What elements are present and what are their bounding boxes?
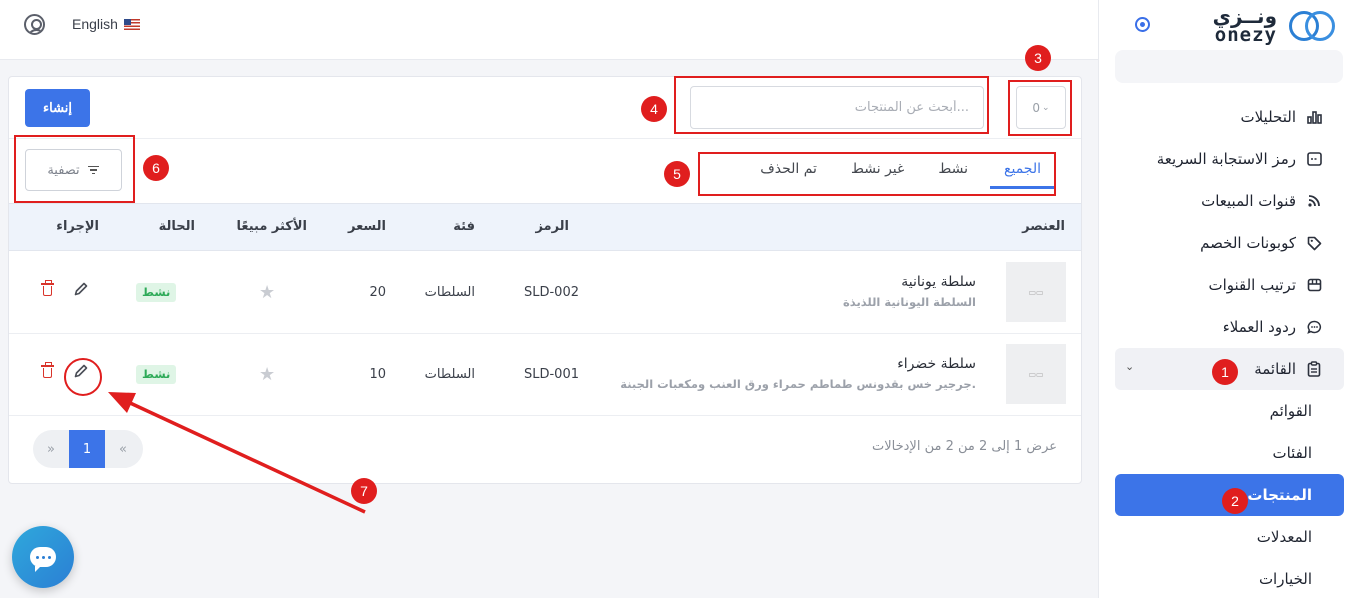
annotation-circle-edit bbox=[64, 358, 102, 396]
product-sku: SLD-001 bbox=[523, 367, 579, 382]
annotation-badge-3: 3 bbox=[1025, 45, 1051, 71]
language-switcher[interactable]: English bbox=[72, 16, 140, 32]
edit-pencil-icon[interactable] bbox=[73, 281, 89, 301]
sidebar-item-sales-channels[interactable]: قنوات المبيعات bbox=[1115, 180, 1344, 222]
chevron-down-icon: ⌄ bbox=[1125, 360, 1135, 373]
bestseller-star-icon[interactable]: ★ bbox=[259, 282, 275, 303]
delete-trash-icon[interactable] bbox=[41, 362, 54, 378]
annotation-badge-1: 1 bbox=[1212, 359, 1238, 385]
pagination-page[interactable]: 1 bbox=[69, 430, 105, 468]
sidebar-item-coupons[interactable]: كوبونات الخصم bbox=[1115, 222, 1344, 264]
annotation-badge-7: 7 bbox=[351, 478, 377, 504]
delete-trash-icon[interactable] bbox=[41, 280, 54, 296]
product-price: 20 bbox=[369, 285, 386, 300]
brand-mark-icon bbox=[1289, 8, 1337, 44]
brand-name-english: onezy bbox=[1214, 24, 1277, 46]
annotation-box-tabs bbox=[698, 152, 1056, 196]
brand-name-arabic: ونــزي bbox=[1212, 4, 1277, 28]
sidebar-toggle-icon[interactable] bbox=[1135, 17, 1150, 32]
product-name: سلطة خضراء bbox=[897, 356, 976, 372]
sidebar-item-label: كوبونات الخصم bbox=[1200, 234, 1296, 252]
sidebar-item-label: قنوات المبيعات bbox=[1201, 192, 1296, 210]
pagination: » 1 « bbox=[33, 430, 143, 468]
branch-selector[interactable] bbox=[1115, 50, 1343, 83]
entries-summary: عرض 1 إلى 2 من 2 من الإدخالات bbox=[871, 439, 1057, 454]
sidebar-item-feedback[interactable]: ردود العملاء bbox=[1115, 306, 1344, 348]
product-description: جرجير خس بقدونس طماطم حمراء ورق العنب وم… bbox=[620, 377, 976, 391]
column-header-bestseller[interactable]: الأكثر مبيعًا bbox=[237, 219, 308, 234]
column-header-category[interactable]: فئة bbox=[453, 219, 475, 234]
bestseller-star-icon[interactable]: ★ bbox=[259, 364, 275, 385]
submenu-item-lists[interactable]: القوائم bbox=[1115, 390, 1344, 432]
annotation-badge-5: 5 bbox=[664, 161, 690, 187]
annotation-badge-2: 2 bbox=[1222, 488, 1248, 514]
sidebar-item-label: القائمة bbox=[1254, 360, 1296, 378]
submenu-item-options[interactable]: الخيارات bbox=[1115, 558, 1344, 598]
product-description: السلطة اليونانية اللذيذة bbox=[843, 295, 976, 309]
rss-icon bbox=[1306, 193, 1322, 209]
product-price: 10 bbox=[369, 367, 386, 382]
chat-icon bbox=[1306, 319, 1322, 335]
product-name: سلطة يونانية bbox=[901, 274, 976, 290]
product-category: السلطات bbox=[424, 285, 475, 300]
chat-support-button[interactable] bbox=[12, 526, 74, 588]
table-header: العنصر الرمز فئة السعر الأكثر مبيعًا الح… bbox=[9, 203, 1081, 251]
products-card: إنشاء 0 ⌄ تصفية الجميع نشط غير نشط تم ال… bbox=[8, 76, 1082, 484]
submenu-item-modifiers[interactable]: المعدلات bbox=[1115, 516, 1344, 558]
column-header-sku[interactable]: الرمز bbox=[535, 219, 569, 234]
column-header-price[interactable]: السعر bbox=[348, 219, 386, 234]
language-label: English bbox=[72, 16, 118, 32]
store-icon bbox=[1306, 277, 1322, 293]
sidebar-nav: التحليلات رمز الاستجابة السريعة قنوات ال… bbox=[1099, 96, 1349, 598]
brand-logo: ونــزي onezy bbox=[1213, 6, 1337, 45]
chat-bubble-icon bbox=[30, 547, 56, 572]
divider bbox=[9, 138, 1081, 139]
column-header-status[interactable]: الحالة bbox=[159, 219, 195, 234]
product-sku: SLD-002 bbox=[523, 285, 579, 300]
table-row: ▭▭ سلطة خضراء جرجير خس بقدونس طماطم حمرا… bbox=[9, 334, 1081, 416]
top-bar: English bbox=[0, 0, 1098, 60]
sidebar-item-label: التحليلات bbox=[1240, 108, 1296, 126]
tag-icon bbox=[1306, 235, 1322, 251]
column-header-action[interactable]: الإجراء bbox=[56, 219, 99, 234]
sidebar-item-channel-order[interactable]: ترتيب القنوات bbox=[1115, 264, 1344, 306]
table-row: ▭▭ سلطة يونانية السلطة اليونانية اللذيذة… bbox=[9, 252, 1081, 334]
clipboard-icon bbox=[1306, 361, 1322, 377]
column-header-item[interactable]: العنصر bbox=[1022, 219, 1065, 234]
create-button[interactable]: إنشاء bbox=[25, 89, 90, 127]
user-icon[interactable] bbox=[24, 14, 45, 35]
us-flag-icon bbox=[123, 18, 140, 30]
product-category: السلطات bbox=[424, 367, 475, 382]
pagination-prev[interactable]: « bbox=[105, 430, 141, 468]
annotation-box-page-size bbox=[1008, 80, 1072, 136]
status-badge: نشط bbox=[136, 365, 177, 384]
product-image-placeholder: ▭▭ bbox=[1006, 262, 1066, 322]
status-badge: نشط bbox=[136, 283, 177, 302]
sidebar-item-qr-code[interactable]: رمز الاستجابة السريعة bbox=[1115, 138, 1344, 180]
qr-code-icon bbox=[1306, 151, 1322, 167]
annotation-badge-4: 4 bbox=[641, 96, 667, 122]
sidebar-item-label: رمز الاستجابة السريعة bbox=[1156, 150, 1296, 168]
product-image-placeholder: ▭▭ bbox=[1006, 344, 1066, 404]
annotation-box-filter bbox=[14, 135, 135, 203]
pagination-next[interactable]: » bbox=[33, 430, 69, 468]
chart-icon bbox=[1306, 109, 1322, 125]
annotation-box-search bbox=[674, 76, 989, 134]
submenu-item-categories[interactable]: الفئات bbox=[1115, 432, 1344, 474]
sidebar-item-label: ترتيب القنوات bbox=[1208, 276, 1296, 294]
sidebar-item-analytics[interactable]: التحليلات bbox=[1115, 96, 1344, 138]
annotation-badge-6: 6 bbox=[143, 155, 169, 181]
sidebar-item-label: ردود العملاء bbox=[1222, 318, 1296, 336]
